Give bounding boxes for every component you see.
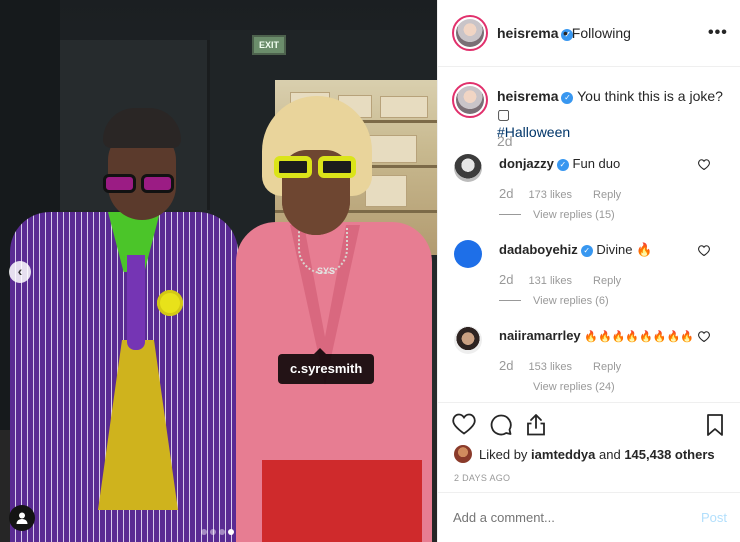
post-header: heisrema ✓ • Following ••• (438, 0, 740, 67)
separator: • (563, 25, 568, 41)
avatar[interactable] (452, 82, 488, 118)
post-button[interactable]: Post (701, 510, 727, 525)
comments-section: heisrema ✓ You think this is a joke? ▢ #H… (438, 67, 740, 402)
share-icon[interactable] (525, 413, 547, 440)
red-pants (262, 460, 422, 542)
add-comment-bar: Post (438, 492, 740, 542)
comment-meta: 2d 131 likes Reply (499, 272, 621, 287)
comment-time: 2d (499, 272, 514, 287)
liked-prefix: Liked by (479, 447, 528, 462)
post-actions: Liked by iamteddya and 145,438 others 2 … (438, 402, 740, 492)
box (365, 135, 417, 163)
caption-time: 2d (497, 133, 513, 149)
following-button[interactable]: Following (572, 25, 631, 41)
comment-body: Divine 🔥 (596, 242, 653, 257)
post-sidebar: heisrema ✓ • Following ••• heisrema ✓ You … (437, 0, 740, 542)
liked-username[interactable]: iamteddya (531, 447, 595, 462)
post-caption: heisrema ✓ You think this is a joke? ▢ #H… (497, 87, 727, 141)
bookmark-icon[interactable] (706, 413, 724, 440)
comment-username[interactable]: donjazzy (499, 156, 554, 171)
lapel-flower (157, 290, 183, 316)
user-tag-tooltip[interactable]: c.syresmith (278, 348, 375, 384)
carousel-dot (201, 529, 207, 535)
heart-icon[interactable] (698, 329, 710, 345)
follow-status[interactable]: • Following (563, 25, 631, 41)
liked-count[interactable]: 145,438 others (624, 447, 714, 462)
reply-button[interactable]: Reply (593, 361, 621, 373)
yellow-sunglasses (274, 156, 358, 180)
post-photo[interactable]: EXIT SYS c.syresmith ‹ (0, 0, 437, 542)
comment-body: Fun duo (572, 156, 621, 171)
comment-body: 🔥🔥🔥🔥🔥🔥🔥🔥 (584, 331, 694, 343)
comment: naiiramarrley 🔥🔥🔥🔥🔥🔥🔥🔥 2d 153 likes Repl… (438, 326, 740, 412)
necklace-pendant: SYS (317, 266, 336, 276)
verified-icon: ✓ (556, 159, 569, 171)
comment-time: 2d (499, 186, 514, 201)
header-username[interactable]: heisrema ✓ (497, 25, 574, 41)
comment-meta: 2d 173 likes Reply (499, 186, 621, 201)
comment-bubble-icon[interactable] (489, 413, 513, 440)
user-icon[interactable] (9, 505, 35, 531)
box (380, 96, 428, 118)
carousel-dot (210, 529, 216, 535)
verified-icon: ✓ (561, 92, 574, 104)
view-replies-label[interactable]: View replies (24) (533, 381, 615, 393)
like-heart-icon[interactable] (452, 413, 476, 438)
exit-sign: EXIT (252, 35, 286, 55)
comment: dadaboyehiz ✓ Divine 🔥 2d 131 likes Reply… (438, 240, 740, 326)
chevron-left-icon[interactable]: ‹ (9, 261, 31, 283)
comment-text: donjazzy ✓ Fun duo (499, 156, 620, 171)
sunglasses (103, 174, 177, 194)
liked-by-text: Liked by iamteddya and 145,438 others (479, 447, 715, 462)
avatar[interactable] (454, 240, 482, 268)
caption-username[interactable]: heisrema (497, 88, 558, 104)
comment-text: dadaboyehiz ✓ Divine 🔥 (499, 242, 652, 258)
comment-likes[interactable]: 131 likes (529, 275, 572, 287)
comment-time: 2d (499, 358, 514, 373)
comment-username[interactable]: dadaboyehiz (499, 242, 578, 257)
liked-and: and (598, 447, 621, 462)
comment-likes[interactable]: 173 likes (529, 189, 572, 201)
avatar[interactable] (454, 154, 482, 182)
comment-text: naiiramarrley 🔥🔥🔥🔥🔥🔥🔥🔥 (499, 328, 694, 343)
reply-button[interactable]: Reply (593, 189, 621, 201)
comment-username[interactable]: naiiramarrley (499, 328, 581, 343)
verified-icon: ✓ (580, 245, 593, 257)
heart-icon[interactable] (698, 157, 710, 173)
more-options-icon[interactable]: ••• (708, 24, 728, 42)
avatar[interactable] (452, 15, 488, 51)
view-replies[interactable]: View replies (15) (499, 209, 615, 221)
comment-meta: 2d 153 likes Reply (499, 358, 621, 373)
heart-icon[interactable] (698, 243, 710, 259)
carousel-dot (228, 529, 234, 535)
comment: donjazzy ✓ Fun duo 2d 173 likes Reply Vie… (438, 154, 740, 240)
post-timestamp: 2 DAYS AGO (454, 473, 511, 483)
reply-button[interactable]: Reply (593, 275, 621, 287)
carousel-indicator (201, 522, 237, 535)
avatar[interactable] (454, 326, 482, 354)
username-text[interactable]: heisrema (497, 25, 558, 41)
view-replies[interactable]: View replies (24) (499, 381, 615, 393)
view-replies-label[interactable]: View replies (15) (533, 209, 615, 221)
purple-tie (127, 255, 145, 350)
view-replies[interactable]: View replies (6) (499, 295, 609, 307)
carousel-dot (219, 529, 225, 535)
comment-likes[interactable]: 153 likes (529, 361, 572, 373)
comment-input[interactable] (453, 510, 673, 525)
view-replies-label[interactable]: View replies (6) (533, 295, 609, 307)
avatar[interactable] (454, 445, 472, 463)
